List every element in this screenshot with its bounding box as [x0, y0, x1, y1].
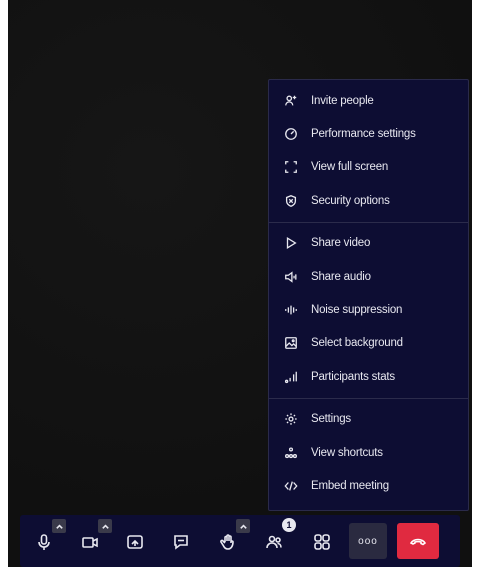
menu-item-label: Share video [311, 237, 371, 250]
add-person-icon [283, 93, 299, 109]
meeting-toolbar: 1 ooo [20, 515, 460, 567]
grid-icon [314, 534, 330, 550]
tile-view-button[interactable] [306, 526, 338, 558]
chevron-up-icon [101, 523, 109, 529]
code-icon [283, 478, 299, 494]
menu-item-label: Security options [311, 194, 390, 207]
camera-icon [82, 537, 98, 548]
noise-icon [283, 302, 299, 318]
menu-item-view-full-screen[interactable]: View full screen [269, 151, 468, 184]
menu-item-label: Settings [311, 413, 351, 426]
more-actions-menu: Invite people Performance settings View … [268, 79, 469, 511]
hand-icon [220, 534, 234, 550]
menu-group-app: Settings View shortcuts Embed meeting [269, 397, 468, 507]
menu-item-share-video[interactable]: Share video [269, 227, 468, 260]
share-screen-button[interactable] [119, 526, 151, 558]
gauge-icon [283, 126, 299, 142]
stats-icon [283, 369, 299, 385]
chevron-up-icon [239, 523, 247, 529]
chat-button[interactable] [165, 526, 197, 558]
speaker-icon [283, 269, 299, 285]
microphone-options-caret[interactable] [52, 519, 66, 533]
menu-item-security-options[interactable]: Security options [269, 184, 468, 217]
screen-share-icon [127, 535, 143, 549]
chevron-up-icon [55, 523, 63, 529]
menu-item-performance-settings[interactable]: Performance settings [269, 117, 468, 150]
menu-item-label: Embed meeting [311, 479, 389, 492]
menu-group-general: Invite people Performance settings View … [269, 80, 468, 222]
menu-item-participants-stats[interactable]: Participants stats [269, 360, 468, 393]
reactions-caret[interactable] [236, 519, 250, 533]
hangup-icon [409, 538, 427, 546]
microphone-icon [38, 534, 50, 550]
menu-item-label: Invite people [311, 94, 374, 107]
menu-item-noise-suppression[interactable]: Noise suppression [269, 293, 468, 326]
more-actions-button[interactable]: ooo [349, 523, 387, 559]
menu-item-label: View shortcuts [311, 446, 383, 459]
menu-item-embed-meeting[interactable]: Embed meeting [269, 469, 468, 502]
play-icon [283, 235, 299, 251]
menu-item-invite-people[interactable]: Invite people [269, 84, 468, 117]
menu-item-label: View full screen [311, 161, 389, 174]
menu-item-label: Select background [311, 337, 403, 350]
shortcuts-icon [283, 445, 299, 461]
menu-item-label: Noise suppression [311, 304, 403, 317]
participants-count-badge: 1 [282, 518, 296, 532]
hangup-button[interactable] [397, 523, 439, 559]
more-dots-icon: ooo [358, 535, 378, 547]
menu-item-view-shortcuts[interactable]: View shortcuts [269, 436, 468, 469]
menu-item-label: Performance settings [311, 128, 416, 141]
menu-item-label: Participants stats [311, 370, 395, 383]
camera-options-caret[interactable] [98, 519, 112, 533]
shield-icon [283, 193, 299, 209]
menu-group-sharing: Share video Share audio Noise suppressio… [269, 221, 468, 398]
gear-icon [283, 411, 299, 427]
menu-item-share-audio[interactable]: Share audio [269, 260, 468, 293]
image-icon [283, 335, 299, 351]
menu-item-settings[interactable]: Settings [269, 403, 468, 436]
participants-icon [266, 535, 282, 549]
menu-item-select-background[interactable]: Select background [269, 327, 468, 360]
chat-icon [174, 535, 188, 550]
fullscreen-icon [283, 159, 299, 175]
menu-item-label: Share audio [311, 270, 371, 283]
